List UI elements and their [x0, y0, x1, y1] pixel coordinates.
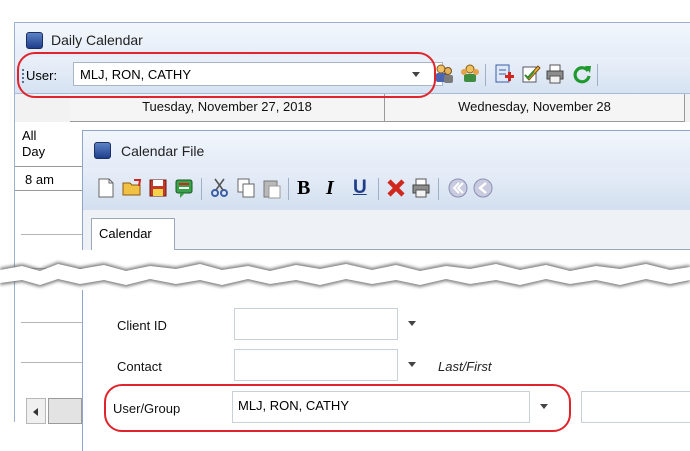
- copy-icon[interactable]: [235, 177, 257, 199]
- client-id-label: Client ID: [117, 318, 167, 333]
- day-header-wednesday[interactable]: Wednesday, November 28: [385, 94, 685, 122]
- contact-field[interactable]: [234, 349, 398, 381]
- all-day-label-line2: Day: [22, 144, 46, 159]
- all-day-label: All Day: [22, 128, 45, 160]
- save-icon[interactable]: [147, 177, 169, 199]
- app-icon: [94, 142, 111, 159]
- delete-icon[interactable]: [385, 177, 407, 199]
- user-group-highlight-outline: [104, 384, 571, 432]
- users-icon[interactable]: [433, 63, 455, 85]
- calendar-file-title-bar: Calendar File: [82, 130, 690, 169]
- contact-hint: Last/First: [438, 359, 492, 374]
- italic-button[interactable]: I: [326, 177, 334, 200]
- time-label-8am: 8 am: [25, 172, 54, 187]
- paste-icon[interactable]: [261, 177, 283, 199]
- client-id-field[interactable]: [234, 308, 398, 340]
- divider: [15, 190, 85, 191]
- printer-icon[interactable]: [411, 177, 433, 199]
- new-appointment-icon[interactable]: [493, 63, 515, 85]
- dialog-title: Calendar File: [121, 143, 205, 159]
- toolbar-separator: [288, 178, 289, 200]
- calendar-day-header: Tuesday, November 27, 2018 Wednesday, No…: [14, 94, 690, 122]
- edit-icon[interactable]: [520, 63, 542, 85]
- toolbar-separator: [485, 64, 486, 86]
- time-slot-line: [21, 234, 85, 235]
- bold-button[interactable]: B: [297, 177, 310, 200]
- open-folder-icon[interactable]: [121, 177, 143, 199]
- printer-icon[interactable]: [545, 63, 567, 85]
- horizontal-scrollbar-thumb[interactable]: [48, 398, 82, 424]
- chevron-down-icon: [408, 321, 416, 326]
- toolbar-separator: [378, 178, 379, 200]
- chevron-down-icon: [408, 362, 416, 367]
- toolbar-separator: [438, 178, 439, 200]
- time-slot-line: [21, 322, 85, 323]
- user-highlight-outline: [17, 52, 436, 98]
- day-header-tuesday[interactable]: Tuesday, November 27, 2018: [70, 94, 385, 122]
- secondary-field[interactable]: [581, 391, 690, 423]
- toolbar-separator: [597, 64, 598, 86]
- new-document-icon[interactable]: [95, 177, 117, 199]
- toolbar-separator: [201, 178, 202, 200]
- group-icon[interactable]: [459, 63, 481, 85]
- first-record-icon[interactable]: [447, 177, 469, 199]
- time-slot-line: [21, 362, 85, 363]
- cut-icon[interactable]: [209, 177, 231, 199]
- underline-button[interactable]: U: [353, 177, 367, 199]
- client-id-dropdown[interactable]: [401, 308, 423, 340]
- app-icon: [26, 32, 43, 49]
- chevron-left-icon: [33, 408, 38, 416]
- contact-label: Contact: [117, 359, 162, 374]
- window-title: Daily Calendar: [51, 32, 143, 48]
- tab-calendar[interactable]: Calendar: [91, 218, 175, 250]
- contact-dropdown[interactable]: [401, 349, 423, 381]
- calendar-file-toolbar: B I U: [82, 168, 690, 210]
- refresh-icon[interactable]: [571, 63, 593, 85]
- tab-strip: Calendar: [82, 210, 690, 250]
- all-day-label-line1: All: [22, 128, 37, 143]
- divider: [15, 166, 85, 167]
- previous-record-icon[interactable]: [472, 177, 494, 199]
- scroll-left-button[interactable]: [26, 398, 46, 424]
- note-icon[interactable]: [173, 177, 195, 199]
